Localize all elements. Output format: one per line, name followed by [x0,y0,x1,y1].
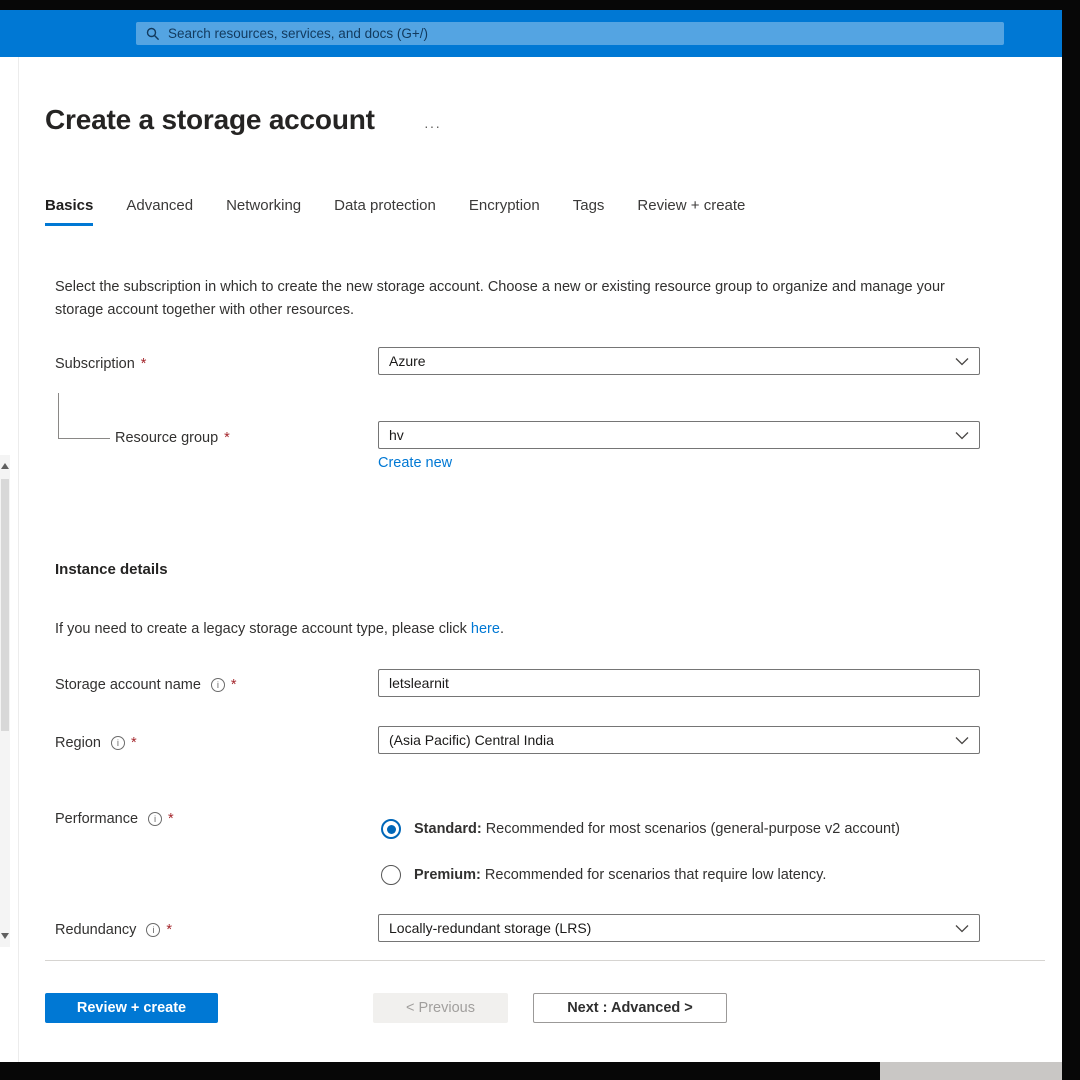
tab-data-protection[interactable]: Data protection [334,197,436,226]
azure-top-bar: Search resources, services, and docs (G+… [0,10,1062,57]
scroll-down-arrow-icon[interactable] [1,933,9,939]
vertical-scrollbar-thumb[interactable] [1,479,9,731]
resource-group-value: hv [389,427,404,443]
search-icon [146,27,160,40]
chevron-down-icon [955,736,969,745]
performance-option-standard[interactable]: Standard: Recommended for most scenarios… [381,819,900,839]
region-value: (Asia Pacific) Central India [389,732,554,748]
resource-group-label-text: Resource group [115,430,219,446]
previous-button[interactable]: < Previous [373,993,508,1023]
storage-account-name-label-text: Storage account name [55,677,201,693]
vertical-scrollbar[interactable] [0,455,10,947]
chevron-down-icon [955,924,969,933]
global-search-input[interactable]: Search resources, services, and docs (G+… [136,22,1004,45]
legacy-here-link[interactable]: here [471,621,500,637]
performance-label: Performance i * [55,811,174,827]
search-placeholder-text: Search resources, services, and docs (G+… [168,26,428,41]
info-icon[interactable]: i [210,678,225,692]
radio-dot [386,824,396,834]
wizard-tabs: Basics Advanced Networking Data protecti… [45,197,745,226]
redundancy-label: Redundancy i * [55,922,172,938]
more-menu-ellipsis[interactable]: ··· [424,118,441,134]
required-asterisk: * [130,735,137,751]
performance-standard-name: Standard: [414,821,482,837]
resource-group-dropdown[interactable]: hv [378,421,980,449]
radio-unselected-icon[interactable] [381,865,401,885]
tab-basics[interactable]: Basics [45,197,94,226]
horizontal-scrollbar-thumb[interactable] [880,1062,1062,1080]
radio-selected-icon[interactable] [381,819,401,839]
required-asterisk: * [230,677,237,693]
subscription-label-text: Subscription [55,356,135,372]
tab-advanced[interactable]: Advanced [126,197,193,226]
info-icon[interactable]: i [110,736,125,750]
storage-account-name-label: Storage account name i * [55,677,237,693]
info-icon[interactable]: i [146,923,161,937]
review-create-button[interactable]: Review + create [45,993,218,1023]
region-label-text: Region [55,735,101,751]
tab-tags[interactable]: Tags [573,197,605,226]
subscription-label: Subscription * [55,356,146,372]
performance-option-premium[interactable]: Premium: Recommended for scenarios that … [381,865,826,885]
chevron-down-icon [955,357,969,366]
redundancy-dropdown[interactable]: Locally-redundant storage (LRS) [378,914,980,942]
performance-premium-name: Premium: [414,867,481,883]
tab-encryption[interactable]: Encryption [469,197,540,226]
chevron-down-icon [955,431,969,440]
window-top-strip [0,0,1080,10]
required-asterisk: * [140,356,147,372]
subscription-dropdown[interactable]: Azure [378,347,980,375]
required-asterisk: * [166,922,173,938]
resource-group-connector-line [58,393,110,439]
performance-premium-text: Premium: Recommended for scenarios that … [414,867,826,883]
window-right-strip [1062,0,1080,1080]
footer-divider [45,960,1045,961]
legacy-note: If you need to create a legacy storage a… [55,621,504,637]
region-label: Region i * [55,735,137,751]
legacy-note-suffix: . [499,621,504,637]
redundancy-value: Locally-redundant storage (LRS) [389,920,592,936]
redundancy-label-text: Redundancy [55,922,137,938]
resource-group-label: Resource group * [115,430,230,446]
performance-label-text: Performance [55,811,139,827]
instance-details-heading: Instance details [55,561,168,578]
create-new-link[interactable]: Create new [378,455,452,471]
next-advanced-button[interactable]: Next : Advanced > [533,993,727,1023]
required-asterisk: * [224,430,230,446]
azure-create-storage-account-page: Search resources, services, and docs (G+… [0,0,1080,1080]
scroll-up-arrow-icon[interactable] [1,463,9,469]
performance-standard-text: Standard: Recommended for most scenarios… [414,821,900,837]
intro-text: Select the subscription in which to crea… [55,279,945,318]
tab-networking[interactable]: Networking [226,197,301,226]
storage-account-name-input[interactable]: letslearnit [378,669,980,697]
info-icon[interactable]: i [148,812,163,826]
page-title: Create a storage account [45,104,375,135]
performance-standard-description: Recommended for most scenarios (general-… [481,821,900,837]
legacy-note-prefix: If you need to create a legacy storage a… [55,621,471,637]
performance-premium-description: Recommended for scenarios that require l… [480,867,827,883]
subscription-value: Azure [389,353,426,369]
required-asterisk: * [168,811,174,827]
region-dropdown[interactable]: (Asia Pacific) Central India [378,726,980,754]
blade-left-edge [18,57,19,1062]
storage-account-name-value: letslearnit [389,675,449,691]
tab-review-create[interactable]: Review + create [637,197,745,226]
